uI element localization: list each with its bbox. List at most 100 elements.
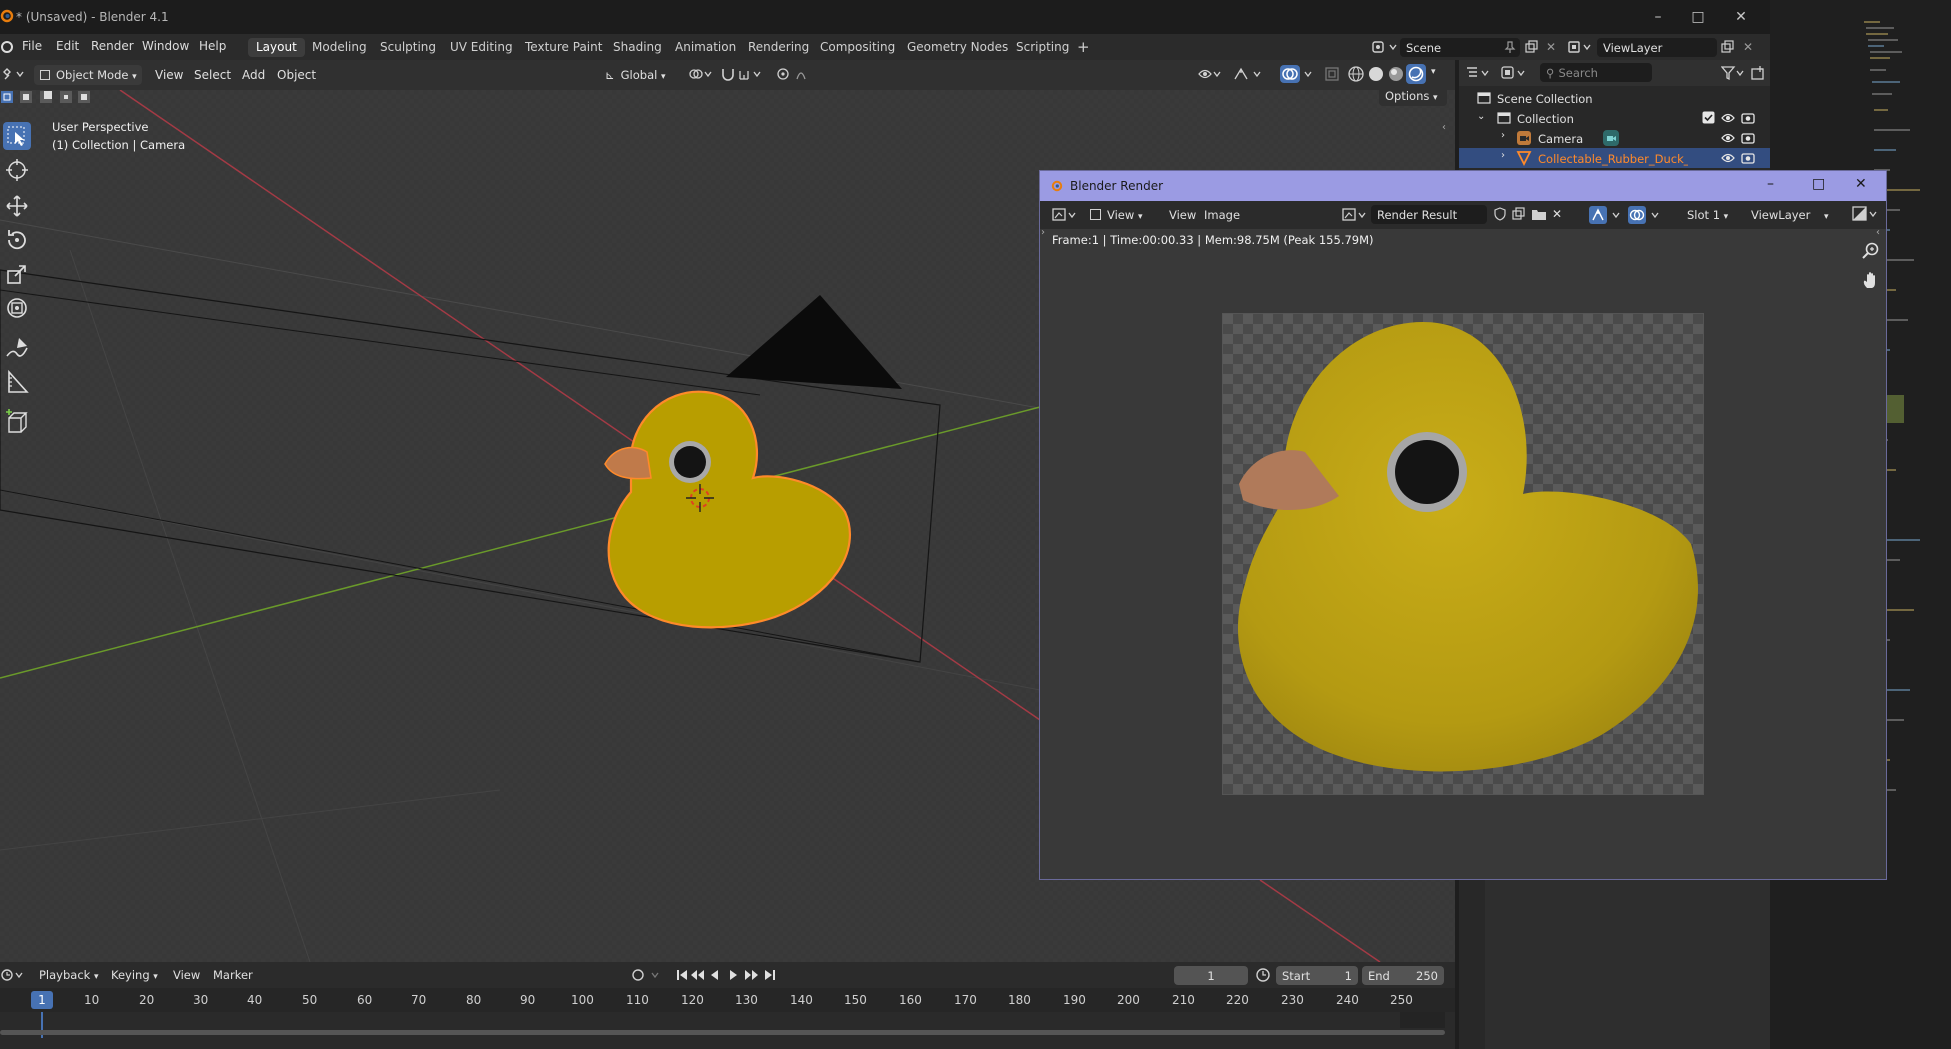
tab-texture-paint[interactable]: Texture Paint (517, 38, 610, 57)
playback-menu[interactable]: Playback ▾ (39, 968, 99, 982)
new-scene-icon[interactable] (1524, 40, 1538, 54)
rubber-duck-object[interactable] (595, 382, 865, 640)
tab-modeling[interactable]: Modeling (304, 38, 375, 57)
cursor-tool-icon[interactable] (3, 156, 31, 184)
new-view-layer-icon[interactable] (1720, 40, 1734, 54)
zoom-icon[interactable] (1861, 241, 1881, 261)
sidebar-toggle-chevron-icon[interactable]: ‹ (1442, 122, 1446, 133)
current-frame-field[interactable]: 1 (1174, 966, 1248, 985)
menu-select[interactable]: Select (194, 68, 231, 82)
view-layer-field[interactable]: ViewLayer (1597, 38, 1717, 57)
annotate-tool-icon[interactable] (3, 334, 31, 362)
timeline-editor-type-icon[interactable] (0, 967, 26, 983)
expand-chevron-icon[interactable]: ⌄ (1477, 111, 1485, 122)
render-view-layer-dropdown[interactable]: ViewLayer ▾ (1745, 205, 1835, 225)
render-sidebar-chevron-icon[interactable]: ‹ (1876, 227, 1880, 238)
pivot-icon[interactable] (688, 66, 714, 82)
select-box-tool-icon[interactable] (3, 122, 31, 150)
render-maximize-icon[interactable]: □ (1812, 176, 1825, 192)
gizmo-toggle-icon[interactable] (1232, 65, 1268, 83)
rotate-tool-icon[interactable] (3, 226, 31, 254)
unlink-image-icon[interactable]: ✕ (1552, 207, 1562, 221)
shading-options-chevron-icon[interactable]: ▾ (1431, 67, 1436, 77)
tab-compositing[interactable]: Compositing (812, 38, 903, 57)
new-collection-icon[interactable] (1750, 65, 1766, 81)
timeline-scrollbar[interactable] (0, 1030, 1445, 1035)
menu-object[interactable]: Object (277, 68, 316, 82)
auto-keying-icon[interactable] (630, 967, 666, 983)
outliner-search-input[interactable]: ⚲ Search (1540, 63, 1652, 82)
image-editor-type-icon[interactable] (1052, 207, 1080, 223)
tab-shading[interactable]: Shading (605, 38, 670, 57)
tab-scripting[interactable]: Scripting (1008, 38, 1077, 57)
blender-menu-icon[interactable] (0, 40, 14, 54)
material-shading-icon[interactable] (1387, 65, 1405, 83)
delete-scene-icon[interactable]: ✕ (1546, 40, 1556, 54)
overlays-icon[interactable] (1279, 64, 1319, 84)
menu-file[interactable]: File (22, 39, 42, 53)
render-gizmo-icon[interactable] (1588, 205, 1630, 225)
browse-image-icon[interactable] (1342, 207, 1370, 223)
outliner-row-scene-collection[interactable]: Scene Collection (1459, 88, 1770, 108)
add-workspace-icon[interactable]: + (1077, 38, 1090, 56)
move-tool-icon[interactable] (3, 192, 31, 220)
render-close-icon[interactable]: ✕ (1855, 176, 1867, 192)
outliner-row-camera[interactable]: › Camera (1459, 128, 1770, 148)
render-overlays-icon[interactable] (1627, 205, 1669, 225)
delete-view-layer-icon[interactable]: ✕ (1743, 40, 1753, 54)
menu-render[interactable]: Render (91, 39, 134, 53)
render-camera-icon[interactable] (1741, 131, 1755, 145)
snap-icon[interactable] (720, 65, 770, 83)
scale-tool-icon[interactable] (3, 260, 31, 288)
render-result-image[interactable] (1222, 313, 1704, 795)
render-window-titlebar[interactable]: Blender Render – □ ✕ (1040, 171, 1886, 201)
start-frame-field[interactable]: Start 1 (1276, 966, 1358, 985)
add-cube-tool-icon[interactable] (3, 408, 31, 436)
end-frame-field[interactable]: End 250 (1362, 966, 1444, 985)
render-tools-chevron-icon[interactable]: › (1041, 227, 1045, 238)
exclude-checkbox-icon[interactable] (1702, 111, 1715, 124)
options-dropdown[interactable]: Options ▾ (1379, 90, 1447, 106)
new-image-icon[interactable] (1512, 207, 1526, 221)
proportional-edit-icon[interactable] (775, 66, 815, 82)
tab-geometry-nodes[interactable]: Geometry Nodes (899, 38, 1016, 57)
expand-chevron-icon[interactable]: › (1501, 130, 1505, 141)
menu-window[interactable]: Window (142, 39, 189, 53)
keying-menu[interactable]: Keying ▾ (111, 968, 158, 982)
display-channels-icon[interactable] (1852, 206, 1880, 222)
menu-help[interactable]: Help (199, 39, 226, 53)
pin-icon[interactable] (1503, 40, 1517, 54)
object-mode-dropdown[interactable]: Object Mode ▾ (34, 65, 142, 85)
preview-range-clock-icon[interactable] (1255, 967, 1271, 983)
timeline-view-menu[interactable]: View (173, 968, 200, 982)
wireframe-shading-icon[interactable] (1347, 65, 1365, 83)
hide-eye-icon[interactable] (1721, 131, 1735, 145)
render-result-field[interactable]: Render Result (1371, 205, 1487, 224)
hide-eye-icon[interactable] (1721, 151, 1735, 165)
filter-icon[interactable] (1721, 65, 1747, 81)
fake-user-shield-icon[interactable] (1493, 207, 1507, 221)
scene-icon[interactable] (1372, 39, 1398, 55)
menu-add[interactable]: Add (242, 68, 265, 82)
transform-tool-icon[interactable] (3, 294, 31, 322)
view-mode-dropdown[interactable]: View ▾ (1084, 205, 1150, 225)
hide-eye-icon[interactable] (1721, 111, 1735, 125)
measure-tool-icon[interactable] (3, 368, 31, 396)
render-camera-icon[interactable] (1741, 111, 1755, 125)
render-minimize-icon[interactable]: – (1767, 176, 1774, 192)
menu-view[interactable]: View (1169, 208, 1196, 222)
tab-sculpting[interactable]: Sculpting (372, 38, 444, 57)
menu-edit[interactable]: Edit (56, 39, 79, 53)
outliner-row-duck[interactable]: › Collectable_Rubber_Duck_01 (1459, 148, 1770, 168)
camera-data-icon[interactable] (1602, 129, 1620, 147)
menu-image[interactable]: Image (1204, 208, 1240, 222)
solid-shading-icon[interactable] (1367, 65, 1385, 83)
slot-dropdown[interactable]: Slot 1 ▾ (1681, 205, 1741, 225)
editor-type-icon[interactable] (2, 66, 28, 82)
tab-animation[interactable]: Animation (667, 38, 744, 57)
open-folder-icon[interactable] (1531, 207, 1547, 221)
display-mode-icon[interactable] (1501, 65, 1529, 81)
maximize-icon[interactable]: □ (1686, 6, 1710, 28)
scene-field[interactable]: Scene (1400, 38, 1520, 57)
visibility-selectability-icon[interactable] (1197, 66, 1223, 82)
